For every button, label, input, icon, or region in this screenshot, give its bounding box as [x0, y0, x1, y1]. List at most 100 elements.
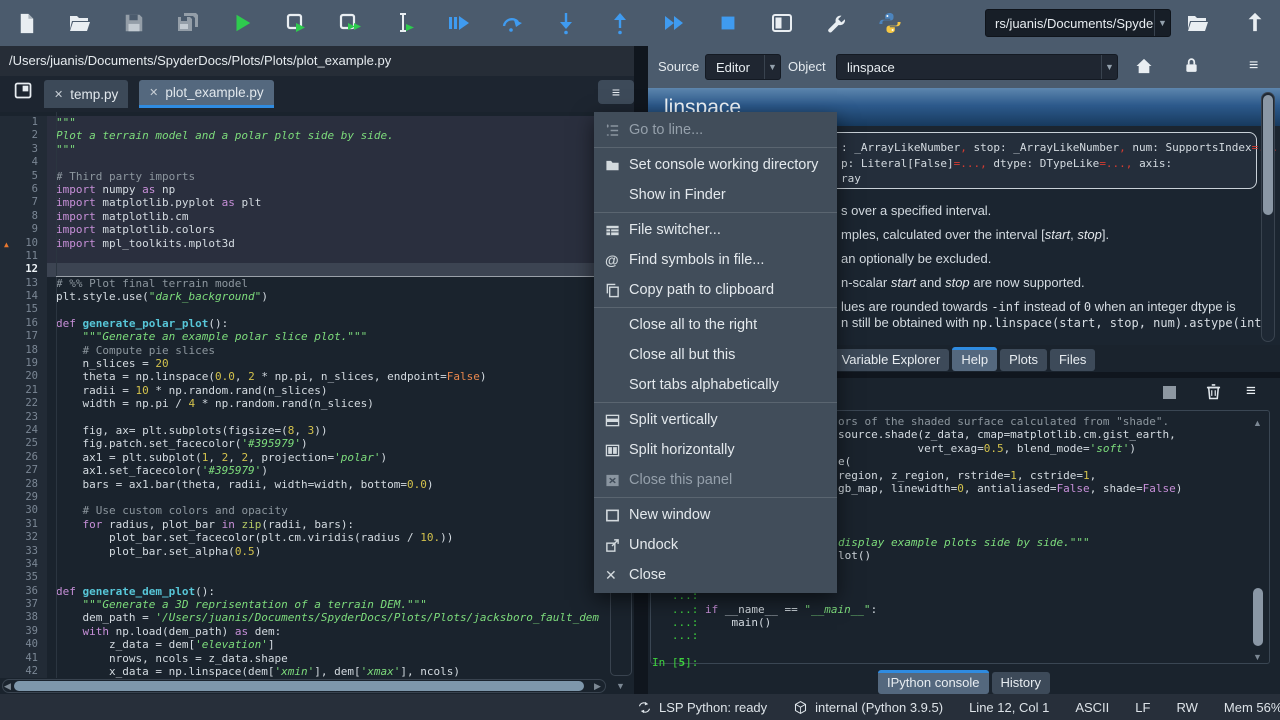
code-line-1[interactable]: 1"""	[0, 116, 608, 129]
console-scroll-up-icon[interactable]: ▲	[1253, 416, 1262, 430]
code-line-16[interactable]: 16def generate_polar_plot():	[0, 317, 608, 330]
code-line-36[interactable]: 36def generate_dem_plot():	[0, 585, 608, 598]
code-line-12[interactable]: 12	[0, 263, 608, 276]
code-line-32[interactable]: 32 plot_bar.set_facecolor(plt.cm.viridis…	[0, 531, 608, 544]
close-tab-icon[interactable]: ✕	[149, 86, 158, 99]
menu-item-new-window[interactable]: New window	[594, 500, 837, 530]
menu-item-close-all-but-this[interactable]: Close all but this	[594, 340, 837, 370]
chevron-down-icon[interactable]: ▼	[1154, 10, 1170, 36]
code-line-40[interactable]: 40 z_data = dem['elevation']	[0, 638, 608, 651]
code-line-38[interactable]: 38 dem_path = '/Users/juanis/Documents/S…	[0, 611, 608, 624]
code-line-20[interactable]: 20 theta = np.linspace(0.0, 2 * np.pi, n…	[0, 370, 608, 383]
code-line-30[interactable]: 30 # Use custom colors and opacity	[0, 504, 608, 517]
code-line-3[interactable]: 3"""	[0, 143, 608, 156]
code-line-29[interactable]: 29	[0, 491, 608, 504]
console-scrollbar-thumb[interactable]	[1253, 588, 1263, 646]
home-button[interactable]	[1134, 56, 1154, 79]
code-line-24[interactable]: 24 fig, ax= plt.subplots(figsize=(8, 3))	[0, 424, 608, 437]
code-line-7[interactable]: 7import matplotlib.pyplot as plt	[0, 196, 608, 209]
code-line-26[interactable]: 26 ax1 = plt.subplot(1, 2, 2, projection…	[0, 451, 608, 464]
menu-item-undock[interactable]: Undock	[594, 530, 837, 560]
run-cell-advance-button[interactable]	[336, 9, 364, 37]
python-path-manager-button[interactable]	[876, 9, 904, 37]
code-line-8[interactable]: 8import matplotlib.cm	[0, 210, 608, 223]
step-return-button[interactable]	[606, 9, 634, 37]
continue-button[interactable]	[660, 9, 688, 37]
menu-item-set-console-working-directory[interactable]: Set console working directory	[594, 150, 837, 180]
code-line-19[interactable]: 19 n_slices = 20	[0, 357, 608, 370]
new-file-button[interactable]	[12, 9, 40, 37]
code-line-6[interactable]: 6import numpy as np	[0, 183, 608, 196]
stop-button[interactable]	[714, 9, 742, 37]
working-directory-combobox[interactable]: rs/juanis/Documents/SpyderDocs ▼	[985, 9, 1171, 37]
step-into-button[interactable]	[552, 9, 580, 37]
browse-tabs-button[interactable]	[13, 80, 34, 106]
code-line-4[interactable]: 4	[0, 156, 608, 169]
status-rw[interactable]: RW	[1176, 700, 1197, 715]
code-line-23[interactable]: 23	[0, 411, 608, 424]
tab-history[interactable]: History	[992, 672, 1050, 694]
code-line-27[interactable]: 27 ax1.set_facecolor('#395979')	[0, 464, 608, 477]
tab-files[interactable]: Files	[1050, 349, 1095, 371]
chevron-down-icon[interactable]: ▼	[1101, 55, 1117, 79]
open-file-button[interactable]	[66, 9, 94, 37]
code-line-13[interactable]: 13# %% Plot final terrain model	[0, 277, 608, 290]
code-line-37[interactable]: 37 """Generate a 3D reprisentation of a …	[0, 598, 608, 611]
tab-help[interactable]: Help	[952, 347, 997, 371]
menu-item-close[interactable]: ✕Close	[594, 560, 837, 590]
menu-item-find-symbols-in-file[interactable]: @Find symbols in file...	[594, 245, 837, 275]
code-line-14[interactable]: 14plt.style.use("dark_background")	[0, 290, 608, 303]
run-selection-button[interactable]	[390, 9, 418, 37]
code-line-11[interactable]: 11	[0, 250, 608, 263]
status-ascii[interactable]: ASCII	[1075, 700, 1109, 715]
code-line-25[interactable]: 25 fig.patch.set_facecolor('#395979')	[0, 437, 608, 450]
menu-item-split-vertically[interactable]: Split vertically	[594, 405, 837, 435]
scroll-right-arrow-icon[interactable]: ▶	[594, 679, 601, 693]
status-internal-python-3-9-5[interactable]: internal (Python 3.9.5)	[793, 700, 943, 715]
code-line-42[interactable]: 42 x_data = np.linspace(dem['xmin'], dem…	[0, 665, 608, 678]
status-line-12-col-1[interactable]: Line 12, Col 1	[969, 700, 1049, 715]
code-editor[interactable]: 1"""2Plot a terrain model and a polar pl…	[0, 112, 608, 678]
lock-button[interactable]	[1182, 56, 1201, 78]
code-line-10[interactable]: ▲10import mpl_toolkits.mplot3d	[0, 237, 608, 250]
source-select[interactable]: Editor ▼	[705, 54, 781, 80]
run-file-button[interactable]	[228, 9, 256, 37]
status-lf[interactable]: LF	[1135, 700, 1150, 715]
scroll-left-arrow-icon[interactable]: ◀	[4, 679, 11, 693]
help-scrollbar-thumb[interactable]	[1263, 95, 1273, 215]
code-line-9[interactable]: 9import matplotlib.colors	[0, 223, 608, 236]
close-tab-icon[interactable]: ✕	[54, 88, 63, 101]
object-combobox[interactable]: linspace ▼	[836, 54, 1118, 80]
code-line-18[interactable]: 18 # Compute pie slices	[0, 344, 608, 357]
code-line-41[interactable]: 41 nrows, ncols = z_data.shape	[0, 652, 608, 665]
menu-item-file-switcher[interactable]: File switcher...	[594, 215, 837, 245]
code-line-5[interactable]: 5# Third party imports	[0, 170, 608, 183]
code-line-2[interactable]: 2Plot a terrain model and a polar plot s…	[0, 129, 608, 142]
console-options-button[interactable]: ≡	[1246, 381, 1256, 401]
parent-directory-button[interactable]	[1244, 11, 1266, 38]
code-line-33[interactable]: 33 plot_bar.set_alpha(0.5)	[0, 545, 608, 558]
browse-directory-button[interactable]	[1186, 11, 1210, 40]
console-scroll-down-icon[interactable]: ▼	[1253, 650, 1262, 664]
help-options-button[interactable]: ≡	[1249, 57, 1258, 75]
menu-item-copy-path-to-clipboard[interactable]: Copy path to clipboard	[594, 275, 837, 305]
editor-horizontal-scrollbar-thumb[interactable]	[14, 681, 584, 691]
tab-ipython-console[interactable]: IPython console	[878, 670, 989, 694]
code-line-31[interactable]: 31 for radius, plot_bar in zip(radii, ba…	[0, 518, 608, 531]
editor-tab-plot-example-py[interactable]: ✕plot_example.py	[139, 80, 274, 108]
status-lsp-python-ready[interactable]: LSP Python: ready	[637, 700, 767, 715]
preferences-button[interactable]	[822, 9, 850, 37]
debug-file-button[interactable]	[444, 9, 472, 37]
menu-item-split-horizontally[interactable]: Split horizontally	[594, 435, 837, 465]
editor-options-button[interactable]: ≡	[598, 80, 634, 104]
code-line-22[interactable]: 22 width = np.pi / 4 * np.random.rand(n_…	[0, 397, 608, 410]
editor-tab-temp-py[interactable]: ✕temp.py	[44, 80, 128, 108]
status-mem-56[interactable]: Mem 56%	[1224, 700, 1280, 715]
maximize-pane-button[interactable]	[768, 9, 796, 37]
code-line-15[interactable]: 15	[0, 303, 608, 316]
chevron-down-icon[interactable]: ▼	[764, 55, 780, 79]
step-over-button[interactable]	[498, 9, 526, 37]
code-line-17[interactable]: 17 """Generate an example polar slice pl…	[0, 330, 608, 343]
code-line-21[interactable]: 21 radii = 10 * np.random.rand(n_slices)	[0, 384, 608, 397]
code-line-35[interactable]: 35	[0, 571, 608, 584]
